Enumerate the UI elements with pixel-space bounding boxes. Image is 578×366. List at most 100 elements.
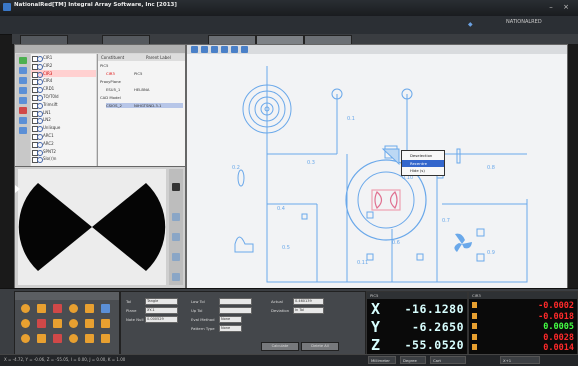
feature-list-item[interactable]: ARC1: [31, 132, 96, 140]
dro-axes-header: PIC5: [367, 292, 467, 299]
pattern-type-select[interactable]: None: [219, 325, 242, 332]
measure-tool-icon[interactable]: [85, 334, 94, 343]
zoom-tool-icon[interactable]: [211, 46, 218, 53]
property-row[interactable]: PIC5: [100, 63, 183, 68]
property-row[interactable]: CSIOS_2 NIHGTSND.3.1: [106, 103, 183, 108]
cad-drawing[interactable]: 0.1 0.2 0.3 0.4 0.5 0.6 0.7 0.8 0.9 0.10…: [187, 54, 567, 289]
fit-icon[interactable]: [172, 253, 180, 261]
play-icon[interactable]: ◆: [468, 21, 474, 28]
feature-list-item[interactable]: TO/T0ld: [31, 93, 96, 101]
measure-tool-icon[interactable]: [21, 334, 30, 343]
feature-preview[interactable]: [18, 169, 166, 285]
plus-tool-icon[interactable]: [201, 46, 208, 53]
feature-list-item[interactable]: ARC2: [31, 140, 96, 148]
measure-tool-icon[interactable]: [21, 304, 30, 313]
context-menu-item[interactable]: Deselection: [402, 152, 444, 160]
measure-tool-icon[interactable]: [241, 46, 248, 53]
tol-select[interactable]: Tangle: [145, 298, 178, 305]
dro-error-row: -0.0002: [469, 301, 577, 311]
z-axis-label: Z: [371, 336, 381, 354]
operation-form: Tol Tangle Plane XY-1 Note Null 0.000529…: [120, 291, 366, 355]
tab-features[interactable]: [20, 35, 68, 44]
up-tol-field[interactable]: [219, 307, 252, 314]
calculate-button[interactable]: Calculate: [261, 342, 299, 351]
feature-list-item[interactable]: CIR2: [31, 62, 96, 70]
plane-tool-icon[interactable]: [19, 97, 27, 104]
feature-list-item[interactable]: LN2: [31, 116, 96, 125]
construct-tool-icon[interactable]: [19, 117, 27, 124]
feature-label: CRD1: [43, 86, 55, 92]
feature-list-item[interactable]: CIR4: [31, 77, 96, 86]
check-icon[interactable]: [19, 57, 27, 64]
measure-tool-icon[interactable]: [69, 334, 78, 343]
image-tool-icon[interactable]: [231, 46, 238, 53]
rotate-icon[interactable]: [172, 213, 180, 221]
canvas-label-11: 0.11: [357, 260, 368, 266]
app-icon: [3, 3, 11, 11]
expand-arrow-icon[interactable]: [15, 185, 20, 193]
line-tool-icon[interactable]: [19, 77, 27, 84]
measure-tool-icon[interactable]: [21, 319, 30, 328]
property-row[interactable]: ESU5_1 HELBNA: [106, 87, 183, 92]
circle-tool-icon[interactable]: [19, 87, 27, 94]
measure-tool-icon[interactable]: [101, 334, 110, 343]
feature-list-item[interactable]: Trimsift: [31, 101, 96, 109]
measure-tool-icon[interactable]: [37, 334, 46, 343]
select-tool-icon[interactable]: [191, 46, 198, 53]
eval-method-label: Eval Method: [191, 317, 215, 322]
feature-list-item[interactable]: Slo(r)n: [31, 155, 96, 164]
mode-select[interactable]: Cart: [430, 356, 466, 364]
units-select[interactable]: Millimeter: [368, 356, 396, 364]
property-row[interactable]: CAD Model: [100, 95, 183, 100]
eval-method-select[interactable]: None: [219, 316, 242, 323]
title-bar: NationalRed[TM] Integral Array Software,…: [0, 0, 578, 16]
view-icon[interactable]: [172, 273, 180, 281]
measure-tool-icon[interactable]: [53, 334, 62, 343]
dro-axes-display: PIC5 X -16.1280 Y -6.2650 Z -55.0520: [366, 291, 468, 355]
delete-all-button[interactable]: Delete All: [301, 342, 339, 351]
actual-label: Actual: [271, 299, 283, 304]
measure-tool-icon[interactable]: [85, 319, 94, 328]
context-menu-item[interactable]: Recentre: [402, 159, 444, 167]
col-constituent: Constituent: [101, 55, 125, 60]
feature-list-item[interactable]: Unlisque: [31, 124, 96, 133]
context-menu-item[interactable]: Hide (s): [402, 167, 444, 175]
property-text: PIC5: [100, 63, 109, 68]
camera-icon[interactable]: [172, 183, 180, 191]
measure-tool-icon[interactable]: [37, 319, 46, 328]
feature-list-item[interactable]: CIR3: [31, 69, 96, 78]
feature-list-item[interactable]: CIR1: [31, 54, 96, 62]
feature-list-item[interactable]: CRD1: [31, 85, 96, 94]
extra-select[interactable]: X+1: [500, 356, 540, 364]
report-tool-icon[interactable]: [19, 127, 27, 134]
tab-view-2[interactable]: [256, 35, 304, 44]
property-row[interactable]: CIR3 PIC5: [106, 71, 183, 76]
measure-tool-icon[interactable]: [37, 304, 46, 313]
measure-tool-icon[interactable]: [53, 304, 62, 313]
measure-tool-icon[interactable]: [69, 304, 78, 313]
feature-list-item[interactable]: LN1: [31, 109, 96, 117]
dro-error-row: -0.0018: [469, 312, 577, 322]
minimize-button[interactable]: –: [546, 3, 556, 11]
property-row[interactable]: ProxyPlane: [100, 79, 183, 84]
low-tol-field[interactable]: [219, 298, 252, 305]
measure-tool-icon[interactable]: [101, 319, 110, 328]
grid-tool-icon[interactable]: [221, 46, 228, 53]
measure-tool-icon[interactable]: [101, 304, 110, 313]
angle-select[interactable]: Degree: [400, 356, 426, 364]
close-button[interactable]: ×: [561, 3, 571, 11]
pan-icon[interactable]: [172, 233, 180, 241]
measure-tool-icon[interactable]: [69, 319, 78, 328]
probe-tool-icon[interactable]: [19, 107, 27, 114]
note-null-field[interactable]: 0.000529: [145, 316, 178, 323]
point-tool-icon[interactable]: [19, 67, 27, 74]
plane-select[interactable]: XY-1: [145, 307, 178, 314]
x-axis-value: -16.1280: [404, 302, 464, 316]
measure-tool-icon[interactable]: [85, 304, 94, 313]
feature-list-item[interactable]: SPNT2: [31, 148, 96, 156]
tab-view-3[interactable]: [304, 35, 352, 44]
tab-properties[interactable]: [102, 35, 150, 44]
feature-label: CIR1: [43, 55, 53, 60]
measure-tool-icon[interactable]: [53, 319, 62, 328]
tab-view-1[interactable]: [208, 35, 256, 44]
